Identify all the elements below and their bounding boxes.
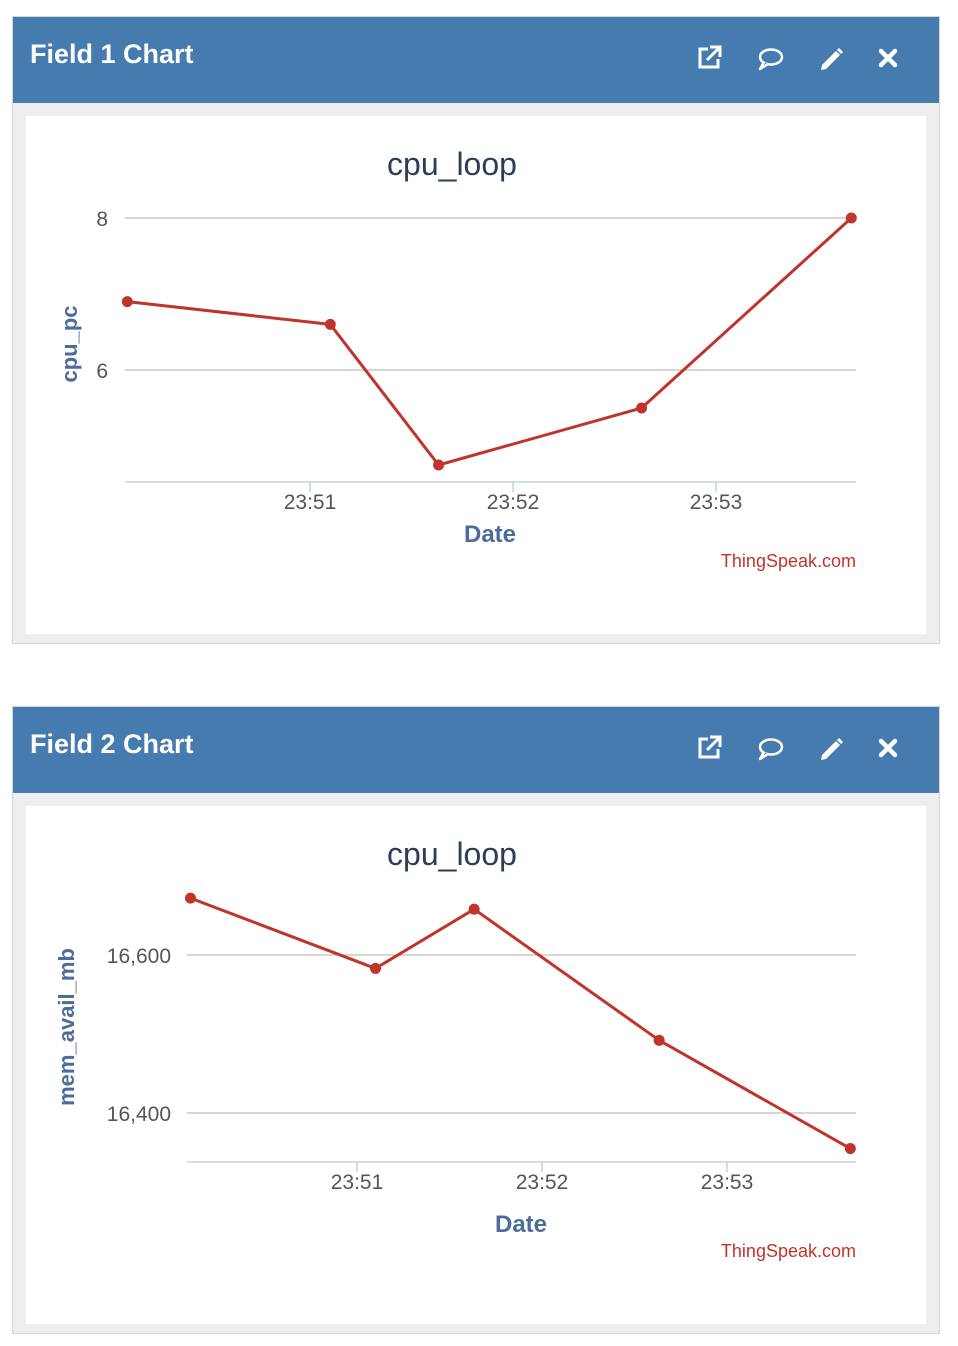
x-tick-label: 23:51 [284, 491, 337, 514]
data-point[interactable] [121, 296, 133, 308]
data-point[interactable] [370, 962, 381, 974]
x-tick-label: 23:52 [487, 491, 540, 514]
chart-area: cpu_loop 16,400 16,600 23:51 23:52 23:53 Da… [26, 806, 926, 1324]
comment-icon[interactable] [754, 42, 786, 74]
chart-area: cpu_loop 68 23:51 23:52 23:53 Date cpu_pc … [26, 116, 926, 634]
pencil-icon[interactable] [814, 42, 846, 74]
data-point[interactable] [844, 1143, 856, 1155]
data-point[interactable] [636, 402, 648, 414]
panel-header: Field 2 Chart [13, 707, 939, 793]
line-chart: cpu_loop 68 23:51 23:52 23:53 Date cpu_pc … [57, 146, 857, 571]
y-axis-label: cpu_pc [57, 305, 82, 382]
y-tick-label: 8 [96, 208, 108, 231]
comment-icon[interactable] [754, 732, 786, 764]
series-line [127, 216, 853, 467]
y-tick-label: 6 [96, 360, 108, 383]
chart-title: cpu_loop [387, 836, 517, 872]
field-2-chart-panel: Field 2 Chart cpu_loop 16,400 16,600 23:5… [12, 706, 940, 1334]
data-point[interactable] [845, 212, 857, 224]
panel-header: Field 1 Chart [13, 17, 939, 103]
x-tick-label: 23:52 [516, 1171, 569, 1194]
panel-title: Field 2 Chart [30, 729, 194, 759]
y-tick-label: 16,600 [107, 945, 171, 968]
line-chart: cpu_loop 16,400 16,600 23:51 23:52 23:53 Da… [54, 836, 856, 1261]
pencil-icon[interactable] [814, 732, 846, 764]
x-axis-label: Date [464, 521, 516, 548]
credit-link[interactable]: ThingSpeak.com [721, 1241, 856, 1261]
x-axis-label: Date [495, 1211, 547, 1238]
x-tick-label: 23:53 [690, 491, 743, 514]
y-tick-label: 16,400 [107, 1103, 171, 1126]
credit-link[interactable]: ThingSpeak.com [721, 551, 856, 571]
series-line [189, 896, 852, 1150]
y-axis-label: mem_avail_mb [54, 948, 79, 1106]
data-point[interactable] [468, 903, 480, 915]
close-icon[interactable] [872, 732, 904, 764]
field-1-chart-panel: Field 1 Chart cpu_loop 6 8 23:51 23:52 23:5… [12, 16, 940, 644]
panel-title: Field 1 Chart [30, 39, 194, 69]
x-tick-label: 23:53 [701, 1171, 754, 1194]
external-link-icon[interactable] [693, 42, 725, 74]
data-point[interactable] [433, 459, 445, 471]
external-link-icon[interactable] [693, 732, 725, 764]
chart-title: cpu_loop [387, 146, 517, 182]
x-tick-label: 23:51 [331, 1171, 384, 1194]
data-point[interactable] [324, 318, 336, 330]
close-icon[interactable] [872, 42, 904, 74]
data-point[interactable] [185, 892, 196, 904]
data-point[interactable] [653, 1034, 665, 1046]
